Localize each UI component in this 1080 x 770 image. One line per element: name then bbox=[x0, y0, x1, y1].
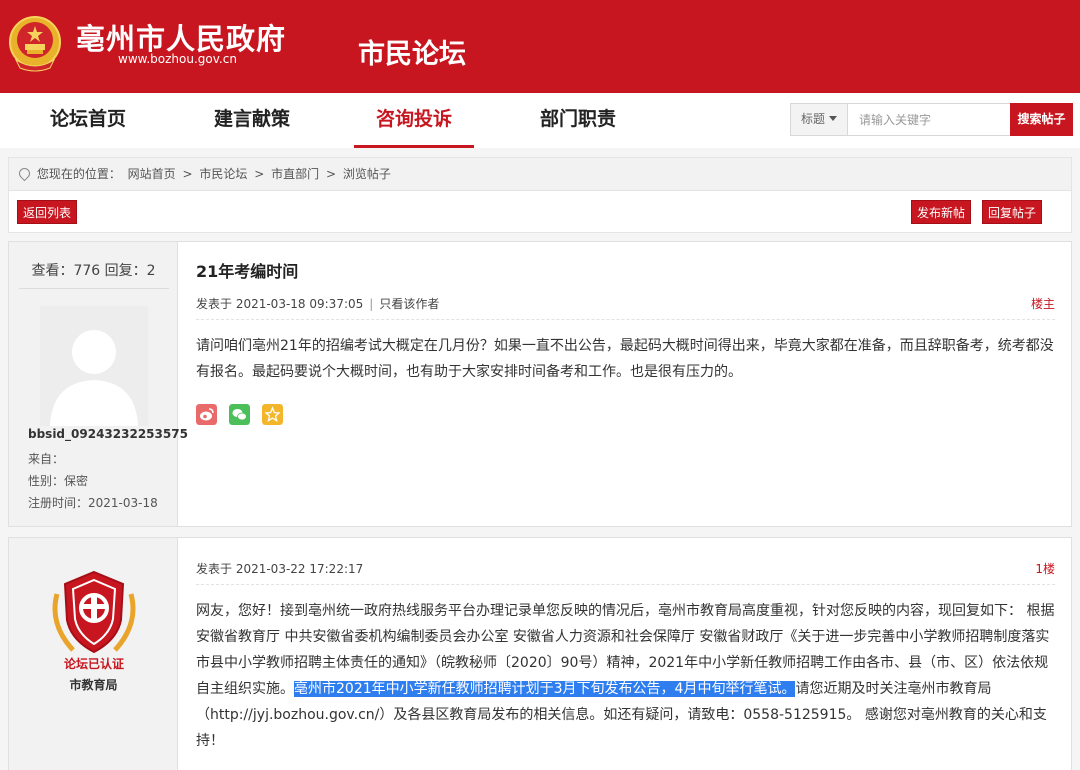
stats-divider bbox=[19, 288, 169, 289]
topic-post: 查看：776 回复：2 bbsid_09243232253575 来自： 性别：… bbox=[8, 241, 1072, 527]
reply-post: 论坛已认证 市教育局 发表于 2021-03-22 17:22:17 1楼 网友… bbox=[8, 537, 1072, 770]
author-panel: 查看：776 回复：2 bbsid_09243232253575 来自： 性别：… bbox=[9, 242, 188, 526]
forum-name[interactable]: 市民论坛 bbox=[358, 32, 466, 71]
author-panel: 论坛已认证 市教育局 bbox=[9, 538, 178, 770]
nav-forum-home[interactable]: 论坛首页 bbox=[28, 93, 148, 148]
topic-title: 21年考编时间 bbox=[196, 262, 299, 281]
breadcrumb-current: 浏览帖子 bbox=[342, 167, 391, 181]
national-emblem-icon bbox=[9, 16, 61, 72]
topic-content: 请问咱们亳州21年的招编考试大概定在几月份？如果一直不出公告，最起码大概时间得出… bbox=[196, 338, 1054, 380]
author-registered: 注册时间：2021-03-18 bbox=[28, 496, 158, 510]
header-banner: 亳州市人民政府 www.bozhou.gov.cn 市民论坛 bbox=[0, 0, 1080, 93]
action-bar: 返回列表 发布新帖 回复帖子 bbox=[8, 191, 1072, 233]
breadcrumb-home[interactable]: 网站首页 bbox=[128, 167, 176, 181]
breadcrumb-sep: > bbox=[325, 167, 337, 181]
floor-label: 楼主 bbox=[1030, 297, 1055, 311]
breadcrumb-sep: > bbox=[182, 167, 193, 181]
topic-body: 21年考编时间 发表于 2021-03-18 09:37:05 | 只看该作者 楼主… bbox=[179, 242, 1071, 526]
search-scope-label: 标题 bbox=[801, 112, 826, 126]
chevron-down-icon bbox=[829, 116, 838, 121]
search-input[interactable] bbox=[849, 104, 1009, 135]
author-department[interactable]: 市教育局 bbox=[9, 676, 178, 693]
share-bar bbox=[196, 404, 290, 425]
nav-suggestions[interactable]: 建言献策 bbox=[192, 93, 312, 148]
info-separator: | bbox=[369, 297, 374, 311]
reply-text-highlight: 亳州市2021年中小学新任教师招聘计划于3月下旬发布公告，4月中旬举行笔试。 bbox=[294, 681, 796, 697]
default-avatar-icon bbox=[40, 306, 148, 426]
avatar[interactable] bbox=[40, 306, 148, 426]
author-username[interactable]: bbsid_09243232253575 bbox=[28, 427, 188, 441]
reply-post-time: 发表于 2021-03-22 17:22:17 bbox=[196, 562, 364, 576]
badge-label: 论坛已认证 bbox=[64, 656, 124, 671]
search-box: 标题 搜索帖子 bbox=[790, 103, 1073, 136]
reply-body: 发表于 2021-03-22 17:22:17 1楼 网友，您好！接到亳州统一政… bbox=[179, 538, 1071, 770]
reply-floor-label: 1楼 bbox=[1035, 562, 1055, 576]
location-pin-icon bbox=[16, 165, 33, 182]
breadcrumb-sep: > bbox=[254, 167, 265, 181]
reply-content: 网友，您好！接到亳州统一政府热线服务平台办理记录单您反映的情况后，亳州市教育局高… bbox=[196, 598, 1055, 754]
back-to-list-button[interactable]: 返回列表 bbox=[17, 200, 78, 224]
author-only-link[interactable]: 只看该作者 bbox=[379, 297, 439, 311]
wechat-icon[interactable] bbox=[229, 404, 251, 425]
topic-stats: 查看：776 回复：2 bbox=[31, 263, 156, 279]
post-info: 发表于 2021-03-18 09:37:05 | 只看该作者 bbox=[196, 295, 439, 312]
search-scope-select[interactable]: 标题 bbox=[791, 104, 848, 135]
post-time: 发表于 2021-03-18 09:37:05 bbox=[196, 297, 364, 311]
breadcrumb-prefix: 您现在的位置： bbox=[36, 167, 121, 181]
post-divider bbox=[196, 319, 1055, 320]
star-icon[interactable] bbox=[262, 404, 284, 425]
forum-verified-badge-icon: 论坛已认证 bbox=[52, 570, 136, 671]
nav-consult-complaint[interactable]: 咨询投诉 bbox=[354, 93, 474, 148]
site-url[interactable]: www.bozhou.gov.cn bbox=[118, 52, 237, 66]
nav-dept-duties[interactable]: 部门职责 bbox=[518, 93, 638, 148]
new-post-button[interactable]: 发布新帖 bbox=[911, 200, 972, 224]
breadcrumb-city-depts[interactable]: 市直部门 bbox=[271, 167, 319, 181]
breadcrumb: 您现在的位置： 网站首页 > 市民论坛 > 市直部门 > 浏览帖子 bbox=[8, 157, 1072, 191]
reply-post-button[interactable]: 回复帖子 bbox=[982, 200, 1043, 224]
search-button[interactable]: 搜索帖子 bbox=[1010, 103, 1073, 136]
author-from: 来自： bbox=[28, 452, 65, 466]
author-gender: 性别：保密 bbox=[28, 474, 89, 488]
breadcrumb-forum[interactable]: 市民论坛 bbox=[199, 167, 247, 181]
post-divider bbox=[196, 584, 1055, 585]
weibo-icon[interactable] bbox=[196, 404, 217, 425]
